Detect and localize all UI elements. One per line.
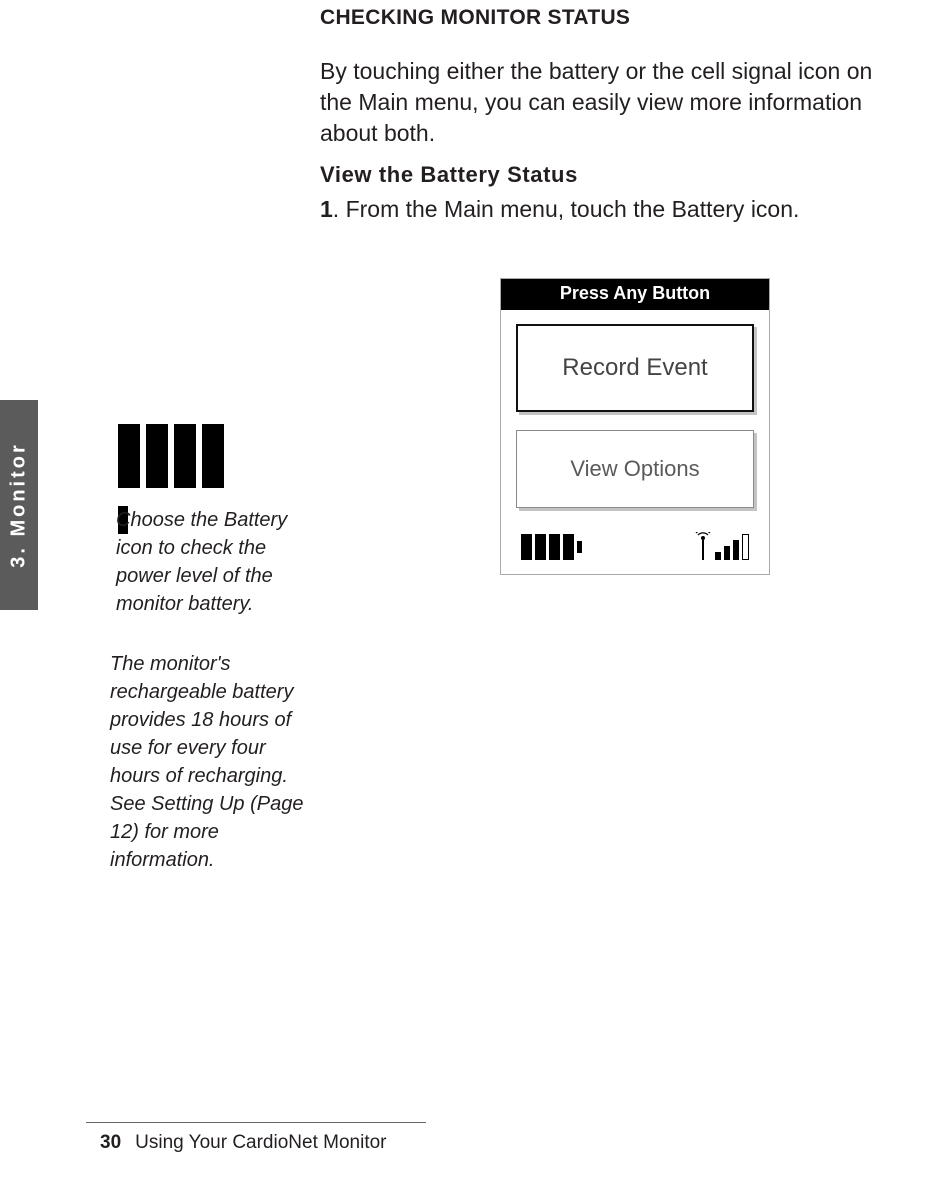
- step-number: 1: [320, 196, 333, 222]
- subsection-heading: View the Battery Status: [320, 162, 578, 188]
- battery-cell-icon: [174, 424, 196, 488]
- section-heading: CHECKING MONITOR STATUS: [320, 6, 630, 30]
- battery-cell-icon: [146, 424, 168, 488]
- battery-status-icon[interactable]: [521, 534, 582, 560]
- antenna-icon: [695, 532, 711, 560]
- battery-cell-icon: [549, 534, 560, 560]
- figure-caption-1: Choose the Battery icon to check the pow…: [116, 506, 316, 618]
- device-status-bar: [511, 526, 759, 566]
- battery-icon-large: [118, 424, 236, 488]
- side-tab-label: 3. Monitor: [8, 442, 31, 568]
- footer-rule: [86, 1122, 426, 1123]
- signal-bar-icon: [742, 534, 749, 560]
- intro-paragraph: By touching either the battery or the ce…: [320, 56, 890, 149]
- side-chapter-tab: 3. Monitor: [0, 400, 38, 610]
- battery-cell-icon: [118, 424, 140, 488]
- battery-cell-icon: [521, 534, 532, 560]
- figure-caption-2: The monitor's rechargeable battery provi…: [110, 650, 310, 874]
- page-footer: 30 Using Your CardioNet Monitor: [100, 1132, 387, 1154]
- view-options-label: View Options: [570, 456, 699, 482]
- signal-bar-icon: [724, 546, 730, 560]
- battery-cell-icon: [535, 534, 546, 560]
- record-event-button-wrap: Record Event: [516, 324, 754, 412]
- step-text: . From the Main menu, touch the Battery …: [333, 196, 800, 222]
- view-options-button[interactable]: View Options: [516, 430, 754, 508]
- device-body: Record Event View Options: [501, 310, 769, 574]
- signal-bar-icon: [733, 540, 739, 560]
- battery-cell-icon: [202, 424, 224, 488]
- battery-cell-icon: [563, 534, 574, 560]
- record-event-button[interactable]: Record Event: [516, 324, 754, 412]
- device-screen-mockup: Press Any Button Record Event View Optio…: [500, 278, 770, 575]
- battery-tip-icon: [577, 541, 582, 553]
- record-event-label: Record Event: [562, 354, 707, 382]
- cell-signal-icon[interactable]: [695, 534, 749, 560]
- view-options-button-wrap: View Options: [516, 430, 754, 508]
- device-titlebar: Press Any Button: [501, 279, 769, 310]
- step-1: 1. From the Main menu, touch the Battery…: [320, 196, 799, 223]
- footer-title: Using Your CardioNet Monitor: [135, 1132, 386, 1153]
- signal-bar-icon: [715, 552, 721, 560]
- page-number: 30: [100, 1132, 121, 1153]
